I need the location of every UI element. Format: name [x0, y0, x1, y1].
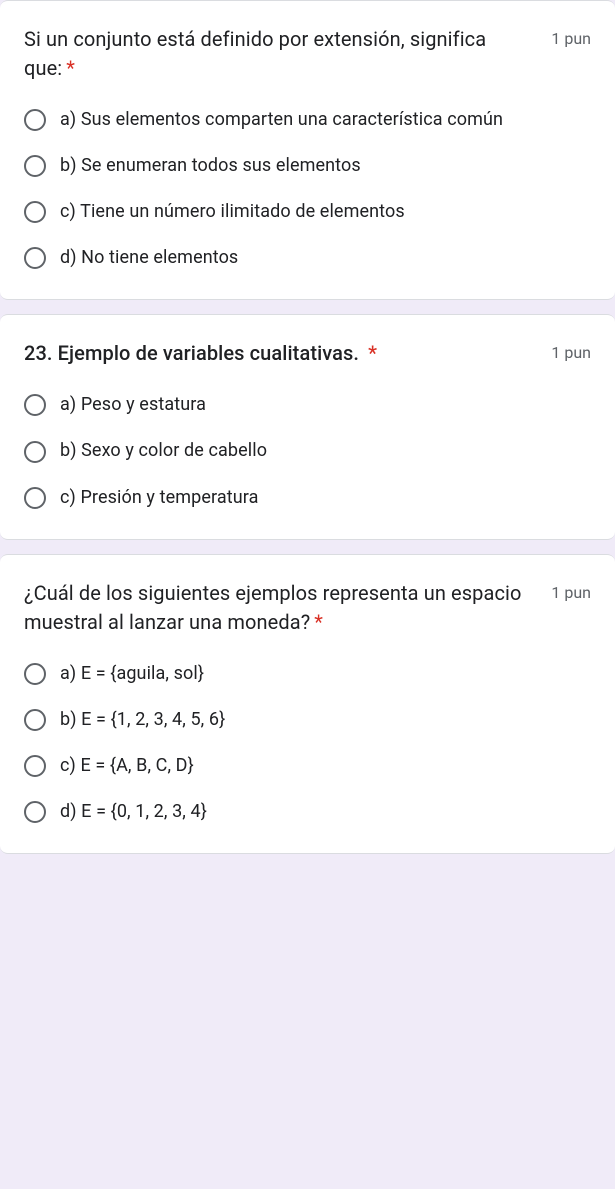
- question-text: ¿Cuál de los siguientes ejemplos represe…: [24, 579, 535, 637]
- radio-option[interactable]: a) Sus elementos comparten una caracterí…: [24, 107, 591, 133]
- radio-option[interactable]: b) Se enumeran todos sus elementos: [24, 153, 591, 179]
- question-text: 23. Ejemplo de variables cualitativas. *: [24, 339, 535, 368]
- radio-option[interactable]: d) E = {0, 1, 2, 3, 4}: [24, 799, 591, 825]
- radio-icon: [24, 801, 46, 823]
- option-label: d) No tiene elementos: [60, 245, 238, 271]
- radio-option[interactable]: d) No tiene elementos: [24, 245, 591, 271]
- radio-icon: [24, 755, 46, 777]
- radio-option[interactable]: b) Sexo y color de cabello: [24, 438, 591, 464]
- radio-icon: [24, 109, 46, 131]
- question-title: ¿Cuál de los siguientes ejemplos represe…: [24, 581, 522, 634]
- radio-option[interactable]: a) E = {aguila, sol}: [24, 661, 591, 687]
- radio-icon: [24, 441, 46, 463]
- radio-option[interactable]: c) Presión y temperatura: [24, 485, 591, 511]
- option-label: c) Presión y temperatura: [60, 485, 258, 511]
- required-asterisk: *: [314, 610, 323, 634]
- points-label: 1 pun: [551, 583, 591, 602]
- radio-option[interactable]: a) Peso y estatura: [24, 392, 591, 418]
- question-card: Si un conjunto está definido por extensi…: [0, 0, 615, 300]
- options-group: a) Peso y estatura b) Sexo y color de ca…: [24, 392, 591, 510]
- options-group: a) E = {aguila, sol} b) E = {1, 2, 3, 4,…: [24, 661, 591, 825]
- option-label: c) E = {A, B, C, D}: [60, 753, 194, 779]
- option-label: a) E = {aguila, sol}: [60, 661, 204, 687]
- radio-option[interactable]: c) Tiene un número ilimitado de elemento…: [24, 199, 591, 225]
- question-card: ¿Cuál de los siguientes ejemplos represe…: [0, 554, 615, 854]
- radio-icon: [24, 487, 46, 509]
- question-header: Si un conjunto está definido por extensi…: [24, 25, 591, 83]
- question-card: 23. Ejemplo de variables cualitativas. *…: [0, 314, 615, 539]
- option-label: a) Peso y estatura: [60, 392, 206, 418]
- radio-icon: [24, 247, 46, 269]
- radio-option[interactable]: b) E = {1, 2, 3, 4, 5, 6}: [24, 707, 591, 733]
- question-header: ¿Cuál de los siguientes ejemplos represe…: [24, 579, 591, 637]
- required-asterisk: *: [66, 56, 75, 80]
- option-label: b) Sexo y color de cabello: [60, 438, 267, 464]
- option-label: b) E = {1, 2, 3, 4, 5, 6}: [60, 707, 225, 733]
- question-text: Si un conjunto está definido por extensi…: [24, 25, 535, 83]
- option-label: a) Sus elementos comparten una caracterí…: [60, 107, 503, 133]
- radio-icon: [24, 155, 46, 177]
- required-asterisk: *: [368, 341, 377, 365]
- radio-icon: [24, 709, 46, 731]
- question-title: 23. Ejemplo de variables cualitativas.: [24, 341, 359, 365]
- option-label: c) Tiene un número ilimitado de elemento…: [60, 199, 405, 225]
- option-label: d) E = {0, 1, 2, 3, 4}: [60, 799, 207, 825]
- option-label: b) Se enumeran todos sus elementos: [60, 153, 361, 179]
- radio-icon: [24, 201, 46, 223]
- points-label: 1 pun: [551, 29, 591, 48]
- question-title: Si un conjunto está definido por extensi…: [24, 27, 486, 80]
- options-group: a) Sus elementos comparten una caracterí…: [24, 107, 591, 271]
- question-header: 23. Ejemplo de variables cualitativas. *…: [24, 339, 591, 368]
- radio-icon: [24, 394, 46, 416]
- radio-icon: [24, 663, 46, 685]
- points-label: 1 pun: [551, 343, 591, 362]
- radio-option[interactable]: c) E = {A, B, C, D}: [24, 753, 591, 779]
